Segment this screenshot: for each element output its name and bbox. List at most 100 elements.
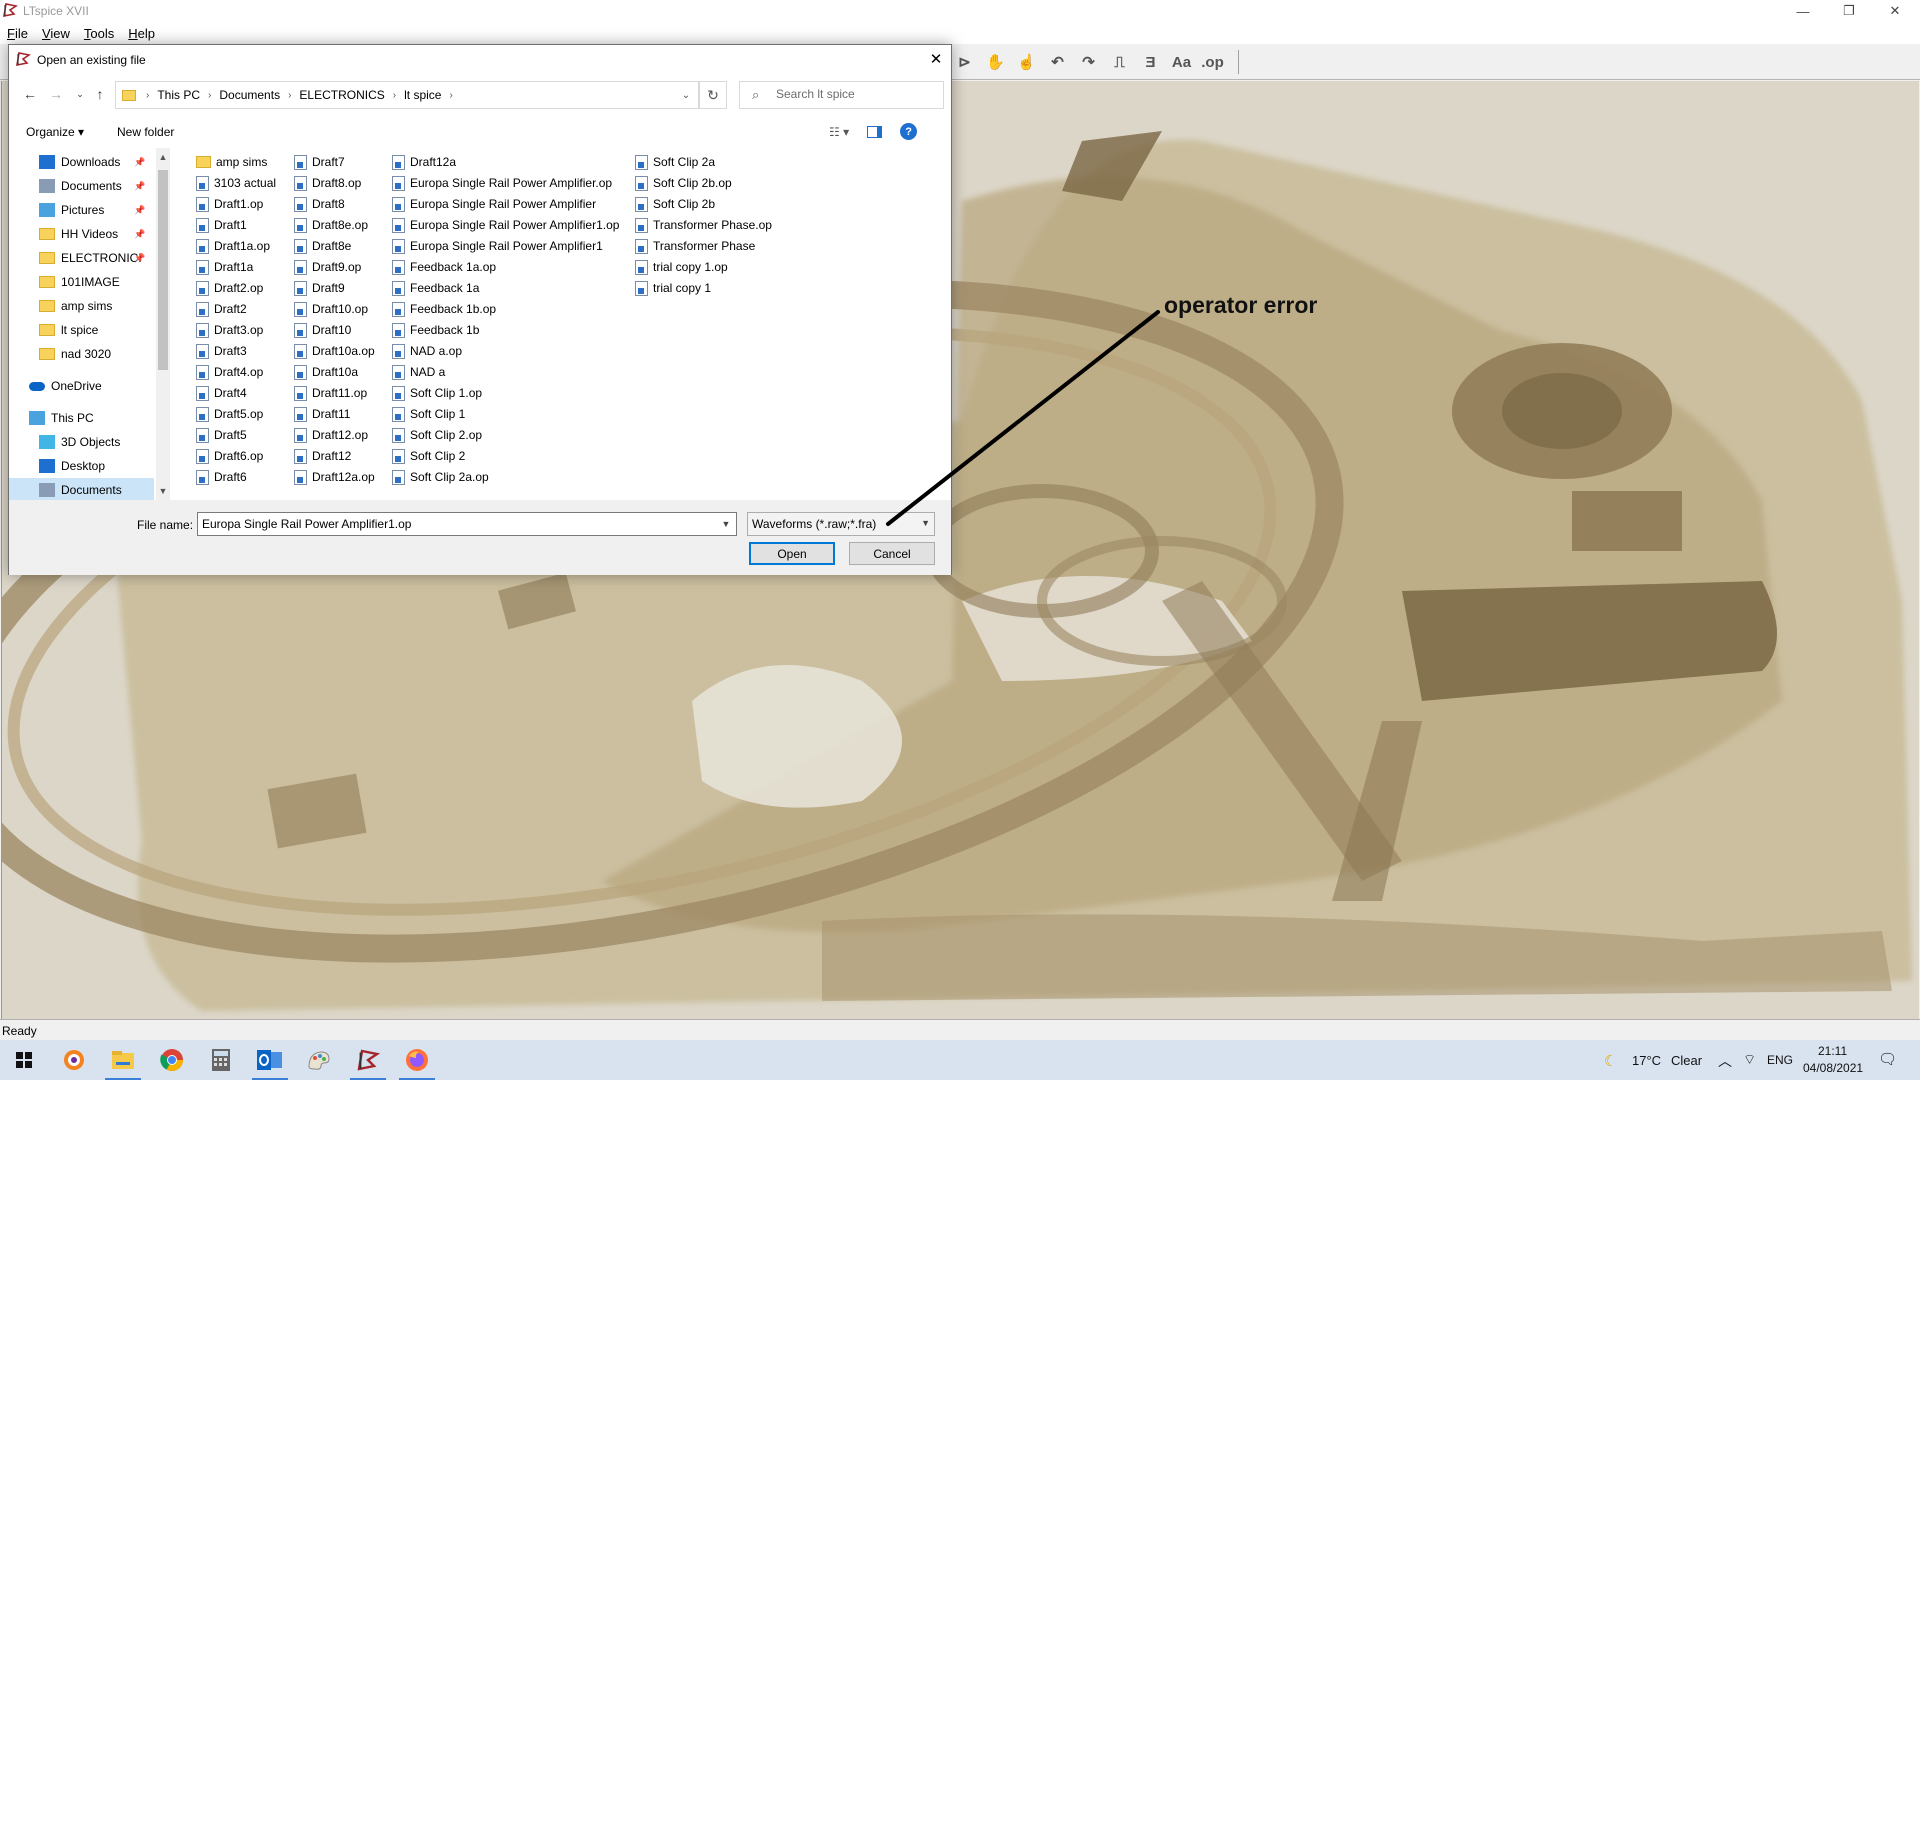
nav-item[interactable]: Desktop xyxy=(9,454,154,478)
nav-item[interactable]: lt spice xyxy=(9,318,154,342)
weather-moon-icon[interactable]: ☾ xyxy=(1604,1052,1617,1070)
windows-start-icon[interactable] xyxy=(0,1040,48,1080)
file-item[interactable]: Soft Clip 1 xyxy=(392,404,465,424)
nav-item[interactable]: Documents xyxy=(9,478,154,502)
notifications-icon[interactable]: 🗨 xyxy=(1878,1050,1897,1068)
file-item[interactable]: Transformer Phase.op xyxy=(635,215,772,235)
file-explorer-icon[interactable] xyxy=(99,1040,147,1080)
change-view-icon[interactable]: ☷ ▾ xyxy=(829,125,849,139)
file-item[interactable]: Draft2 xyxy=(196,299,247,319)
drag-icon[interactable]: ☝ xyxy=(1015,52,1038,72)
menu-view[interactable]: View xyxy=(42,26,70,41)
scroll-up-icon[interactable]: ▲ xyxy=(156,150,170,164)
file-name-input[interactable] xyxy=(197,512,737,536)
move-icon[interactable]: ✋ xyxy=(984,52,1007,72)
file-item[interactable]: Transformer Phase xyxy=(635,236,755,256)
nav-item[interactable]: HH Videos 📌 xyxy=(9,222,154,246)
file-item[interactable]: Feedback 1a xyxy=(392,278,479,298)
navigation-scrollbar[interactable]: ▲ ▼ xyxy=(156,148,170,500)
chrome-icon[interactable] xyxy=(148,1040,196,1080)
file-item[interactable]: Draft12 xyxy=(294,446,351,466)
help-icon[interactable]: ? xyxy=(900,123,918,140)
undo-icon[interactable]: ↶ xyxy=(1046,52,1069,72)
file-item[interactable]: Draft4.op xyxy=(196,362,263,382)
scroll-down-icon[interactable]: ▼ xyxy=(156,484,170,498)
folder-item[interactable]: amp sims xyxy=(196,152,267,172)
nav-item[interactable]: This PC xyxy=(9,406,154,430)
weather-description[interactable]: Clear xyxy=(1671,1053,1702,1068)
file-item[interactable]: Draft12a.op xyxy=(294,467,375,487)
file-item[interactable]: NAD a.op xyxy=(392,341,462,361)
firefox-icon[interactable] xyxy=(393,1040,441,1080)
nav-item[interactable]: Downloads 📌 xyxy=(9,150,154,174)
outlook-icon[interactable] xyxy=(246,1040,294,1080)
wifi-icon[interactable]: ⌔ xyxy=(1743,1051,1756,1069)
close-icon[interactable]: ✕ xyxy=(921,45,951,73)
file-item[interactable]: trial copy 1.op xyxy=(635,257,728,277)
file-name-dropdown-chevron-icon[interactable]: ▼ xyxy=(717,514,735,534)
file-item[interactable]: Draft11.op xyxy=(294,383,367,403)
address-bar[interactable]: › This PC › Documents › ELECTRONICS › lt… xyxy=(115,81,699,109)
nav-item[interactable]: ELECTRONIC! 📌 xyxy=(9,246,154,270)
forward-icon[interactable]: → xyxy=(45,83,67,105)
file-item[interactable]: Feedback 1b.op xyxy=(392,299,496,319)
file-item[interactable]: Draft12a xyxy=(392,152,456,172)
file-item[interactable]: Soft Clip 2a xyxy=(635,152,715,172)
paint-icon[interactable] xyxy=(295,1040,343,1080)
menu-help[interactable]: Help xyxy=(128,26,155,41)
menu-file[interactable]: File xyxy=(7,26,28,41)
organize-button[interactable]: Organize ▾ xyxy=(26,125,84,139)
file-item[interactable]: Draft6.op xyxy=(196,446,263,466)
file-item[interactable]: Draft8 xyxy=(294,194,345,214)
file-item[interactable]: Draft12.op xyxy=(294,425,368,445)
file-type-select[interactable]: Waveforms (*.raw;*.fra) ▼ xyxy=(747,512,935,536)
file-item[interactable]: Soft Clip 2b xyxy=(635,194,715,214)
new-folder-button[interactable]: New folder xyxy=(117,125,174,139)
file-item[interactable]: Draft3.op xyxy=(196,320,263,340)
file-item[interactable]: NAD a xyxy=(392,362,445,382)
file-item[interactable]: Draft10a xyxy=(294,362,358,382)
restore-icon[interactable]: ❐ xyxy=(1826,0,1872,22)
file-item[interactable]: Draft5.op xyxy=(196,404,263,424)
redo-icon[interactable]: ↷ xyxy=(1077,52,1100,72)
file-item[interactable]: Soft Clip 2b.op xyxy=(635,173,732,193)
file-item[interactable]: 3103 actual xyxy=(196,173,276,193)
file-item[interactable]: Draft8.op xyxy=(294,173,361,193)
file-item[interactable]: Draft2.op xyxy=(196,278,263,298)
minimize-icon[interactable]: — xyxy=(1780,0,1826,22)
nav-item[interactable]: Pictures 📌 xyxy=(9,198,154,222)
recent-locations-chevron-icon[interactable]: ⌄ xyxy=(69,83,91,105)
file-item[interactable]: Draft1a.op xyxy=(196,236,270,256)
address-dropdown-chevron-icon[interactable]: ⌄ xyxy=(673,81,699,109)
close-icon[interactable]: ✕ xyxy=(1872,0,1918,22)
breadcrumb-this-pc[interactable]: This PC xyxy=(157,88,200,102)
file-item[interactable]: Draft10.op xyxy=(294,299,368,319)
ltspice-icon[interactable] xyxy=(344,1040,392,1080)
file-item[interactable]: Draft10 xyxy=(294,320,351,340)
file-item[interactable]: Draft4 xyxy=(196,383,247,403)
scrollbar-thumb[interactable] xyxy=(158,170,168,370)
clock-date[interactable]: 04/08/2021 xyxy=(1803,1061,1863,1075)
file-item[interactable]: Draft3 xyxy=(196,341,247,361)
mirror-icon[interactable]: Ǝ xyxy=(1139,52,1162,72)
nav-item[interactable]: Documents 📌 xyxy=(9,174,154,198)
text-icon[interactable]: Aa xyxy=(1170,52,1193,72)
component-icon[interactable]: ⊳ xyxy=(953,52,976,72)
file-item[interactable]: Draft5 xyxy=(196,425,247,445)
file-item[interactable]: Draft8e.op xyxy=(294,215,368,235)
breadcrumb-lt-spice[interactable]: lt spice xyxy=(404,88,441,102)
file-item[interactable]: Soft Clip 2 xyxy=(392,446,465,466)
file-item[interactable]: Europa Single Rail Power Amplifier.op xyxy=(392,173,612,193)
file-item[interactable]: Draft9.op xyxy=(294,257,361,277)
language-indicator[interactable]: ENG xyxy=(1767,1053,1793,1067)
avast-icon[interactable] xyxy=(50,1040,98,1080)
cancel-button[interactable]: Cancel xyxy=(849,542,935,565)
nav-item[interactable]: OneDrive xyxy=(9,374,154,398)
nav-item[interactable]: amp sims xyxy=(9,294,154,318)
file-item[interactable]: Soft Clip 2a.op xyxy=(392,467,489,487)
file-item[interactable]: Draft9 xyxy=(294,278,345,298)
file-item[interactable]: Soft Clip 2.op xyxy=(392,425,482,445)
file-item[interactable]: Europa Single Rail Power Amplifier1 xyxy=(392,236,603,256)
weather-temperature[interactable]: 17°C xyxy=(1632,1053,1661,1068)
file-item[interactable]: Soft Clip 1.op xyxy=(392,383,482,403)
